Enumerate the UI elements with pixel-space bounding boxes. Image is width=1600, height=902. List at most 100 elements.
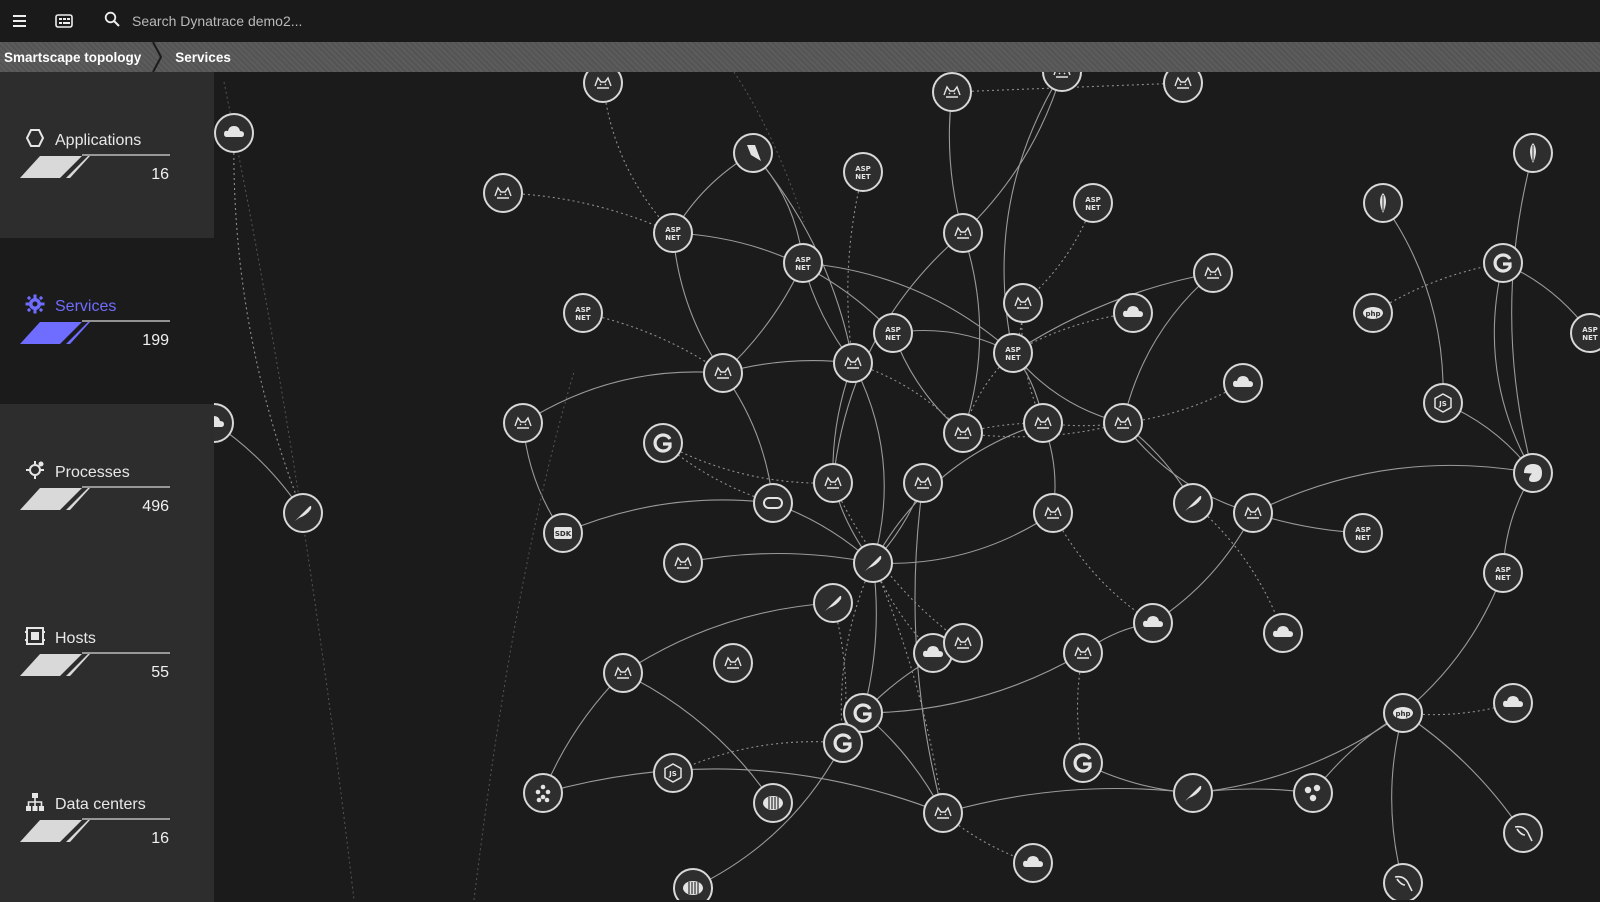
topology-node[interactable]: ASPNET	[843, 152, 883, 192]
sidebar-item-data-centers[interactable]: Data centers 16	[0, 736, 214, 902]
topology-node[interactable]	[932, 72, 972, 112]
svg-text:NET: NET	[885, 334, 901, 342]
topology-canvas[interactable]: ASP NET ASP NET ASP NET ASP NET ASP NET php ASP NET A…	[214, 72, 1600, 900]
topology-node[interactable]	[923, 793, 963, 833]
topology-node[interactable]	[1293, 773, 1333, 813]
topology-node[interactable]	[1163, 72, 1203, 103]
topology-node[interactable]: ASPNET	[993, 333, 1033, 373]
svg-text:ASP: ASP	[665, 226, 681, 234]
topology-node[interactable]	[1263, 613, 1303, 653]
breadcrumb-smartscape-topology[interactable]: Smartscape topology	[0, 42, 155, 72]
topology-node[interactable]	[1103, 403, 1143, 443]
svg-text:ASP: ASP	[855, 165, 871, 173]
topology-node[interactable]	[853, 543, 893, 583]
topology-node[interactable]	[583, 72, 623, 103]
topology-node[interactable]	[1063, 633, 1103, 673]
topology-node[interactable]: ASPNET	[1483, 553, 1523, 593]
topology-node[interactable]	[643, 423, 683, 463]
topology-node[interactable]	[1503, 813, 1543, 853]
sidebar-item-services[interactable]: Services 199	[0, 238, 214, 404]
topology-node[interactable]: php	[1383, 693, 1423, 733]
breadcrumb-separator-icon	[152, 42, 165, 72]
topology-node[interactable]	[663, 543, 703, 583]
aspnet-icon: ASPNET	[1355, 526, 1371, 542]
cassandra-icon	[763, 796, 783, 810]
topology-node[interactable]	[943, 623, 983, 663]
topology-node[interactable]	[1063, 743, 1103, 783]
topology-node[interactable]	[753, 483, 793, 523]
breadcrumb-services[interactable]: Services	[165, 42, 245, 72]
topology-node[interactable]	[1033, 493, 1073, 533]
topology-edge	[1252, 464, 1534, 514]
svg-text:ASP: ASP	[1005, 346, 1021, 354]
topology-node[interactable]	[1133, 603, 1173, 643]
topology-node[interactable]: ASPNET	[1343, 513, 1383, 553]
topology-node[interactable]	[1223, 363, 1263, 403]
search-box[interactable]	[104, 11, 534, 32]
topology-node[interactable]	[1363, 183, 1403, 223]
topology-node[interactable]	[483, 173, 523, 213]
topology-node[interactable]	[1023, 403, 1063, 443]
topology-node[interactable]: ASPNET	[653, 213, 693, 253]
topology-node[interactable]	[1113, 293, 1153, 333]
topology-node[interactable]: ASPNET	[1570, 313, 1600, 353]
topology-node[interactable]: ASPNET	[1073, 183, 1113, 223]
topology-graph[interactable]: ASPNETASPNETASPNETASPNETASPNET phpASPNETA…	[214, 72, 1600, 900]
tiles-icon[interactable]	[48, 5, 80, 37]
topology-edge	[502, 192, 674, 234]
topology-node[interactable]	[703, 353, 743, 393]
topology-node[interactable]: php	[1353, 293, 1393, 333]
topology-node[interactable]: JS	[1423, 383, 1463, 423]
topology-node[interactable]	[1193, 253, 1233, 293]
topology-node[interactable]: ASPNET	[783, 243, 823, 283]
topology-node[interactable]	[1383, 863, 1423, 900]
topology-node[interactable]	[1233, 493, 1273, 533]
topology-node[interactable]	[903, 463, 943, 503]
topology-node[interactable]	[1493, 683, 1533, 723]
topology-edge	[852, 362, 885, 564]
topology-edge	[948, 91, 964, 234]
count-bar	[20, 818, 170, 842]
topology-node[interactable]	[1173, 483, 1213, 523]
svg-text:JS: JS	[1438, 400, 1447, 408]
topology-node[interactable]	[673, 868, 713, 900]
topology-node[interactable]	[833, 343, 873, 383]
sidebar-item-applications[interactable]: Applications 16	[0, 72, 214, 238]
topology-node[interactable]	[603, 653, 643, 693]
sidebar-item-hosts[interactable]: Hosts 55	[0, 570, 214, 736]
topology-node[interactable]: ASPNET	[563, 293, 603, 333]
topology-node[interactable]	[283, 493, 323, 533]
topology-node[interactable]	[1513, 133, 1553, 173]
topology-node[interactable]	[943, 413, 983, 453]
topology-node[interactable]	[1003, 283, 1043, 323]
topology-node[interactable]: JS	[653, 753, 693, 793]
topology-node[interactable]	[823, 723, 863, 763]
topology-node[interactable]	[943, 213, 983, 253]
count-bar	[20, 154, 170, 178]
aspnet-icon: ASPNET	[1085, 196, 1101, 212]
topology-node[interactable]	[1483, 243, 1523, 283]
topology-node[interactable]	[503, 403, 543, 443]
svg-text:SDK: SDK	[555, 530, 572, 538]
topology-node[interactable]: ASPNET	[873, 313, 913, 353]
topology-node[interactable]: SDK	[543, 513, 583, 553]
topology-node[interactable]	[733, 133, 773, 173]
topology-node[interactable]	[813, 583, 853, 623]
topology-node[interactable]	[214, 113, 254, 153]
sidebar-item-processes[interactable]: Processes 496	[0, 404, 214, 570]
topology-node[interactable]	[523, 773, 563, 813]
topology-node[interactable]	[813, 463, 853, 503]
search-input[interactable]	[130, 12, 534, 30]
topology-node[interactable]	[1173, 773, 1213, 813]
topology-edge	[672, 741, 844, 774]
topology-node[interactable]	[713, 643, 753, 683]
topology-node[interactable]	[753, 783, 793, 823]
topology-node[interactable]	[1513, 453, 1553, 493]
process-icon	[25, 460, 45, 485]
aspnet-icon: ASPNET	[1582, 326, 1598, 342]
topology-node[interactable]	[214, 403, 234, 443]
hamburger-icon[interactable]	[4, 5, 36, 37]
cassandra-icon	[683, 881, 703, 895]
topology-node[interactable]	[1013, 843, 1053, 883]
hexagon-icon	[25, 128, 45, 153]
